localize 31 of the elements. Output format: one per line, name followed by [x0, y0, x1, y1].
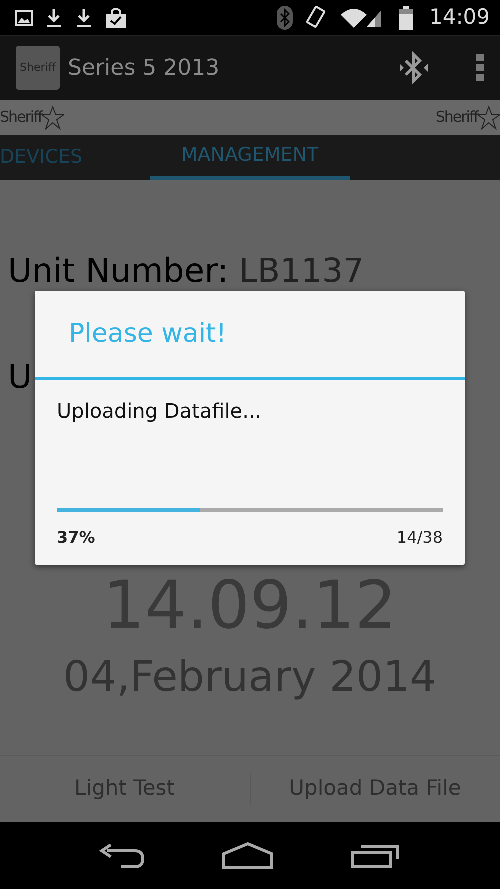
tab[interactable]: MANAGEMENT — [150, 135, 350, 180]
home-icon — [222, 842, 274, 870]
back-icon — [98, 842, 145, 868]
unit-number: LB1137 — [239, 251, 364, 290]
status-time: 14:09 — [429, 4, 490, 31]
logo-text: Sheriff — [436, 107, 478, 128]
image-icon — [15, 8, 33, 26]
dialog-title: Please wait! — [69, 318, 227, 350]
field-label: U — [8, 356, 32, 396]
overflow-menu-button[interactable] — [476, 54, 484, 82]
star-icon — [42, 104, 64, 130]
bluetooth-icon — [400, 51, 428, 85]
recent-apps-button[interactable] — [351, 842, 402, 868]
star-icon — [478, 104, 500, 130]
menu-icon — [476, 54, 484, 82]
shopping-bag-icon — [105, 6, 127, 28]
download-icon — [75, 8, 93, 28]
home-button[interactable] — [222, 842, 274, 870]
download-icon — [45, 8, 63, 28]
tab[interactable]: DEVICES — [0, 135, 110, 180]
back-button[interactable] — [98, 842, 145, 868]
app-title: Series 5 2013 — [68, 54, 221, 82]
progress-count: 14/38 — [396, 527, 443, 549]
bluetooth-button[interactable] — [400, 51, 428, 85]
unit-label: Unit Number: — [8, 251, 229, 290]
battery-icon — [399, 6, 414, 30]
dialog-message: Uploading Datafile... — [57, 399, 262, 423]
recent-apps-icon — [351, 842, 402, 868]
bluetooth-icon — [277, 6, 294, 30]
progress-percent: 37% — [57, 527, 96, 549]
logo-text: Sheriff — [0, 107, 42, 128]
